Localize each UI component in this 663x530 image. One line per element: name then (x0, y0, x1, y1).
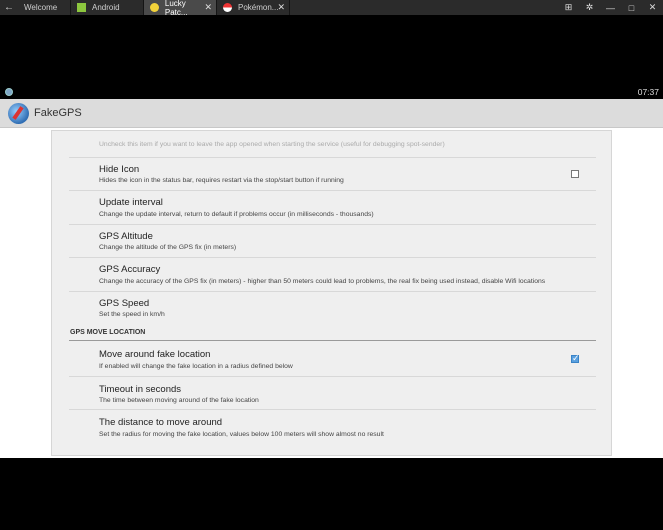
notification-icon (5, 88, 13, 96)
close-tab-icon[interactable]: ✕ (204, 2, 212, 13)
settings-row-partial (69, 131, 596, 158)
category-header: GPS MOVE LOCATION (70, 329, 146, 336)
tab-welcome[interactable]: Welcome (18, 0, 71, 15)
lucky-patcher-icon (150, 3, 159, 12)
move-around-checkbox[interactable] (571, 353, 580, 364)
settings-item-timeout[interactable]: Timeout in seconds The time between movi… (69, 376, 596, 410)
tab-label: Android (92, 3, 120, 12)
close-window-icon[interactable]: ✕ (642, 0, 663, 15)
fakegps-logo-icon[interactable] (8, 103, 29, 124)
status-clock: 07:37 (637, 87, 659, 97)
settings-content: Uncheck this item if you want to leave t… (0, 128, 663, 458)
navigation-area (0, 458, 663, 530)
minimize-icon[interactable]: — (600, 0, 621, 15)
gear-icon[interactable]: ✲ (579, 0, 600, 15)
tab-label: Pokémon... (238, 3, 279, 12)
settings-item-title: Update interval (99, 197, 163, 208)
tab-android[interactable]: Android (71, 0, 144, 15)
close-tab-icon[interactable]: ✕ (277, 2, 285, 13)
pokeball-icon (223, 3, 232, 12)
network-icon[interactable]: ⊞ (558, 0, 579, 15)
settings-item-title: GPS Altitude (99, 231, 153, 242)
tab-label: Welcome (24, 3, 58, 12)
settings-item-summary: Change the accuracy of the GPS fix (in m… (99, 278, 546, 285)
back-arrow-icon[interactable]: ← (0, 0, 18, 15)
settings-item-summary: Change the altitude of the GPS fix (in m… (99, 244, 237, 251)
settings-item-title: Timeout in seconds (99, 384, 182, 395)
app-action-bar: FakeGPS (0, 99, 663, 128)
settings-item-gps-altitude[interactable]: GPS Altitude Change the altitude of the … (69, 224, 596, 258)
window-controls: ⊞ ✲ — □ ✕ (558, 0, 663, 15)
settings-item-gps-speed[interactable]: GPS Speed Set the speed in km/h (69, 291, 596, 324)
settings-item-title: Hide Icon (99, 164, 140, 175)
settings-item-move-distance[interactable]: The distance to move around Set the radi… (69, 409, 596, 443)
settings-item-hide-icon[interactable]: Hide Icon Hides the icon in the status b… (69, 157, 596, 191)
settings-item-summary: Hides the icon in the status bar, requir… (99, 177, 344, 184)
settings-item-summary: Change the update interval, return to de… (99, 211, 374, 218)
android-status-bar: 07:37 (0, 86, 663, 99)
tab-label: Lucky Patc... (164, 0, 188, 17)
settings-item-move-around[interactable]: Move around fake location If enabled wil… (69, 341, 596, 377)
settings-item-title: Move around fake location (99, 349, 211, 360)
tab-lucky-patcher[interactable]: Lucky Patc... ✕ (144, 0, 217, 17)
app-title: FakeGPS (34, 107, 82, 119)
tab-pokemon[interactable]: Pokémon... ✕ (217, 0, 290, 15)
settings-item-title: GPS Accuracy (99, 264, 161, 275)
settings-item-summary: Set the speed in km/h (99, 311, 165, 318)
settings-item-title: The distance to move around (99, 417, 223, 428)
android-icon (77, 3, 86, 12)
settings-item-title: GPS Speed (99, 298, 150, 309)
browser-tab-bar: ← Welcome Android Lucky Patc... ✕ Pokémo… (0, 0, 663, 17)
maximize-icon[interactable]: □ (621, 0, 642, 15)
settings-item-update-interval[interactable]: Update interval Change the update interv… (69, 190, 596, 225)
settings-item-gps-accuracy[interactable]: GPS Accuracy Change the accuracy of the … (69, 257, 596, 292)
hide-icon-checkbox[interactable] (571, 170, 579, 178)
settings-panel[interactable]: Uncheck this item if you want to leave t… (51, 130, 612, 456)
settings-item-summary: If enabled will change the fake location… (99, 363, 293, 370)
settings-item-summary: Set the radius for moving the fake locat… (99, 431, 384, 438)
settings-item-summary: The time between moving around of the fa… (99, 397, 259, 404)
